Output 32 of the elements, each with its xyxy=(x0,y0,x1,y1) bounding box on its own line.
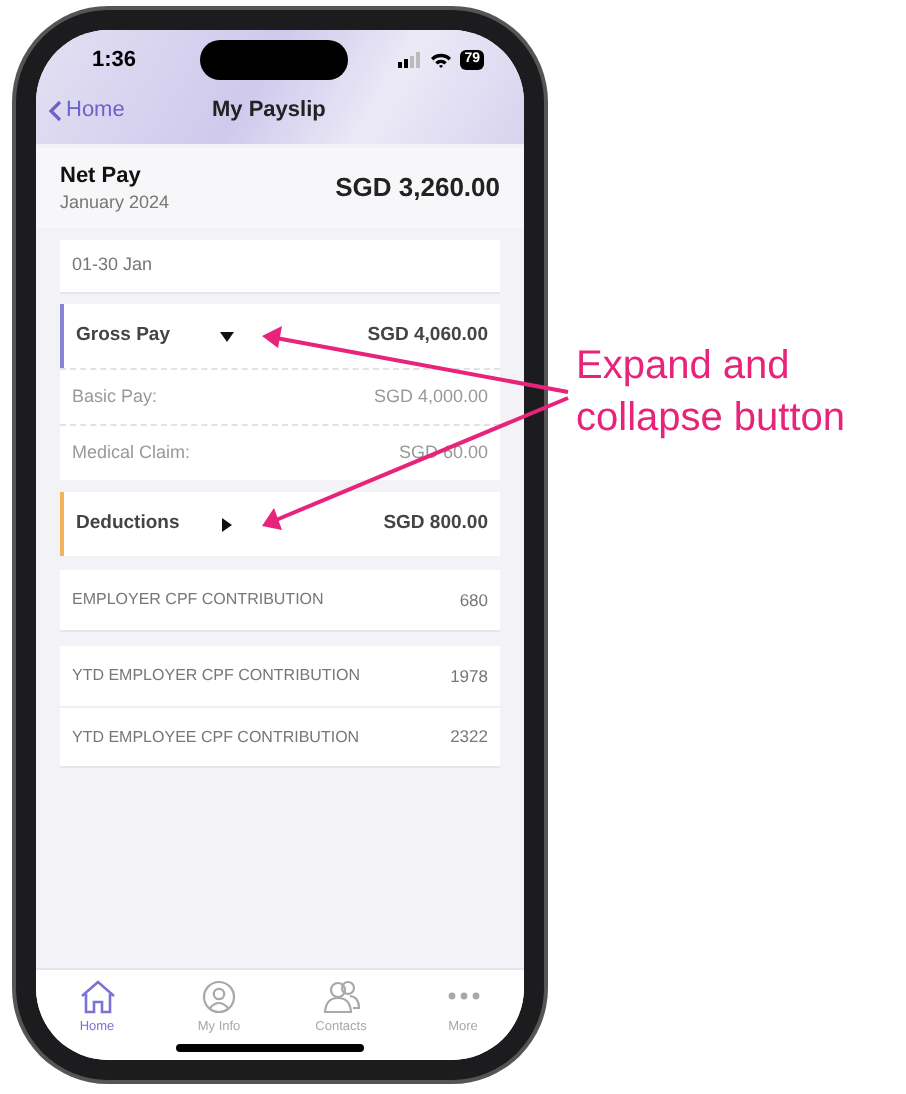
row-label: Basic Pay: xyxy=(72,383,158,410)
toggle-button[interactable] xyxy=(216,326,236,346)
back-button[interactable]: Home xyxy=(48,93,125,127)
row-label: YTD EMPLOYER CPF CONTRIBUTION xyxy=(72,664,361,688)
screen-title: My Payslip xyxy=(212,95,326,126)
caret-down-icon xyxy=(219,331,233,341)
person-icon xyxy=(202,979,236,1013)
row-value: 1978 xyxy=(450,663,488,689)
row-label: Medical Claim: xyxy=(72,439,191,466)
section-label: Gross Pay xyxy=(76,321,172,350)
net-pay-amount: SGD 3,260.00 xyxy=(335,170,500,207)
date-range: 01-30 Jan xyxy=(72,252,153,279)
section-amount: SGD 800.00 xyxy=(383,509,488,538)
people-icon xyxy=(321,979,361,1013)
more-icon xyxy=(447,992,479,1000)
wifi-icon xyxy=(430,52,453,68)
row-label: YTD EMPLOYEE CPF CONTRIBUTION xyxy=(72,725,360,749)
status-time: 1:36 xyxy=(92,45,139,76)
row-label: EMPLOYER CPF CONTRIBUTION xyxy=(72,588,324,612)
section-label: Deductions xyxy=(76,509,182,538)
pay-period: January 2024 xyxy=(60,189,170,213)
home-icon xyxy=(79,979,115,1013)
row-value: 680 xyxy=(459,587,488,613)
chevron-left-icon xyxy=(48,99,62,121)
caret-right-icon xyxy=(221,517,231,531)
section-amount: SGD 4,060.00 xyxy=(367,321,488,350)
row-value: SGD 4,000.00 xyxy=(373,383,488,410)
signal-icon xyxy=(398,52,423,68)
net-pay-label: Net Pay xyxy=(60,163,143,189)
row-value: 2322 xyxy=(450,724,488,750)
toggle-button[interactable] xyxy=(216,514,236,534)
annotation-text: Expand and collapse button xyxy=(576,342,848,444)
